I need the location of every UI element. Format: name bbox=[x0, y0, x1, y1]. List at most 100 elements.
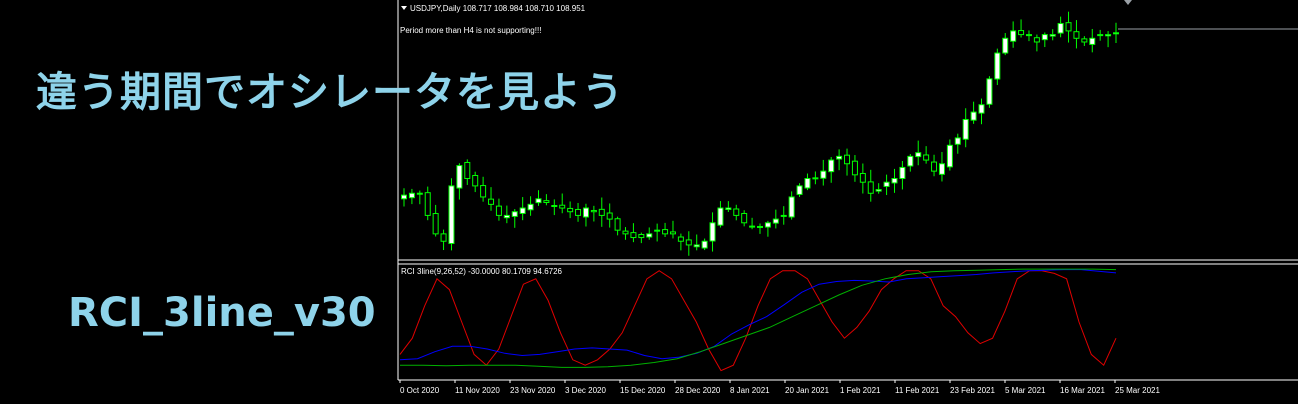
candle bbox=[757, 223, 763, 234]
candle bbox=[1041, 32, 1048, 48]
candle bbox=[472, 171, 479, 193]
candle bbox=[931, 154, 938, 177]
candle bbox=[1025, 30, 1032, 42]
candle bbox=[859, 163, 866, 194]
rci-lines bbox=[399, 268, 1117, 372]
candle bbox=[614, 216, 621, 236]
candle bbox=[954, 133, 961, 154]
candle bbox=[741, 210, 748, 227]
period-notice-text: Period more than H4 is not supporting!!! bbox=[400, 26, 541, 35]
candle bbox=[844, 148, 851, 176]
time-axis-label: 11 Feb 2021 bbox=[895, 386, 940, 395]
candle bbox=[812, 171, 819, 185]
candle bbox=[962, 108, 969, 148]
indicator-label-text: RCI 3line(9,26,52) -30.0000 80.1709 94.6… bbox=[401, 267, 563, 276]
candle bbox=[883, 174, 890, 196]
candle bbox=[448, 178, 455, 251]
candle bbox=[717, 201, 724, 228]
subheadline-text: RCI_3line_v30 bbox=[68, 290, 376, 336]
candle bbox=[1033, 34, 1040, 52]
candle bbox=[638, 232, 645, 244]
candle bbox=[401, 188, 407, 207]
candle bbox=[796, 183, 803, 197]
candle bbox=[701, 238, 708, 251]
candle bbox=[408, 188, 415, 205]
rci-mid-line bbox=[399, 269, 1117, 361]
candle bbox=[986, 76, 993, 108]
candle bbox=[709, 212, 716, 252]
candle bbox=[1010, 21, 1017, 48]
candle bbox=[598, 197, 605, 227]
candle bbox=[1113, 22, 1119, 43]
time-axis-label: 23 Nov 2020 bbox=[510, 386, 556, 395]
candle bbox=[764, 220, 771, 237]
candle bbox=[527, 196, 534, 216]
candle bbox=[749, 217, 756, 230]
candle bbox=[923, 146, 930, 164]
candle bbox=[693, 234, 700, 251]
candle bbox=[606, 203, 613, 228]
candle bbox=[1089, 28, 1096, 53]
candle bbox=[772, 209, 779, 229]
candle bbox=[511, 209, 518, 228]
candle bbox=[567, 201, 574, 219]
candle bbox=[725, 201, 732, 213]
candle bbox=[646, 227, 653, 240]
symbol-info-text: USDJPY,Daily 108.717 108.984 108.710 108… bbox=[410, 4, 586, 13]
candle bbox=[669, 220, 676, 239]
chart-shift-marker-icon[interactable] bbox=[1124, 0, 1132, 5]
candle bbox=[899, 161, 906, 190]
candle bbox=[915, 140, 922, 166]
candle bbox=[1073, 20, 1080, 49]
candle bbox=[416, 190, 423, 205]
candle bbox=[535, 190, 542, 206]
candle bbox=[804, 173, 811, 191]
price-candles bbox=[401, 11, 1119, 256]
time-axis-label: 3 Dec 2020 bbox=[565, 386, 606, 395]
candle bbox=[788, 191, 795, 220]
time-axis-label: 20 Jan 2021 bbox=[785, 386, 830, 395]
candle bbox=[551, 199, 558, 216]
time-axis-label: 25 Mar 2021 bbox=[1115, 386, 1160, 395]
candle bbox=[543, 194, 550, 206]
candle bbox=[970, 101, 977, 124]
candle bbox=[630, 223, 637, 243]
candle bbox=[1057, 16, 1064, 38]
time-axis-label: 0 Oct 2020 bbox=[400, 386, 440, 395]
candle bbox=[456, 163, 463, 200]
candle bbox=[582, 203, 589, 227]
candle bbox=[1081, 36, 1088, 47]
candle bbox=[503, 205, 510, 224]
candle bbox=[654, 223, 661, 242]
candle bbox=[685, 231, 692, 256]
candle bbox=[575, 202, 582, 222]
time-axis-label: 1 Feb 2021 bbox=[840, 386, 881, 395]
symbol-dropdown-icon[interactable] bbox=[401, 6, 407, 10]
time-axis-label: 16 Mar 2021 bbox=[1060, 386, 1105, 395]
candle bbox=[828, 156, 835, 183]
candle bbox=[622, 227, 629, 240]
candle bbox=[480, 176, 487, 202]
candle bbox=[994, 48, 1001, 85]
candle bbox=[978, 98, 985, 125]
candle bbox=[907, 153, 914, 172]
candle bbox=[946, 139, 953, 171]
candle bbox=[464, 159, 471, 185]
candle bbox=[432, 204, 439, 237]
candle bbox=[424, 186, 431, 221]
candle bbox=[519, 197, 526, 221]
headline-text: 違う期間でオシレータを見よう bbox=[36, 68, 624, 116]
time-axis-label: 28 Dec 2020 bbox=[675, 386, 721, 395]
candle bbox=[1097, 29, 1104, 41]
time-axis-labels: 0 Oct 2020 11 Nov 2020 23 Nov 2020 3 Dec 20… bbox=[399, 380, 1160, 395]
candle bbox=[495, 198, 502, 221]
time-axis-label: 11 Nov 2020 bbox=[455, 386, 500, 395]
candle bbox=[662, 222, 669, 237]
candle bbox=[867, 169, 874, 202]
candle bbox=[1002, 33, 1009, 56]
candle bbox=[1018, 19, 1025, 38]
candle bbox=[440, 229, 447, 251]
candle bbox=[891, 168, 898, 193]
candle bbox=[733, 204, 740, 221]
rci-long-line bbox=[400, 268, 1117, 368]
